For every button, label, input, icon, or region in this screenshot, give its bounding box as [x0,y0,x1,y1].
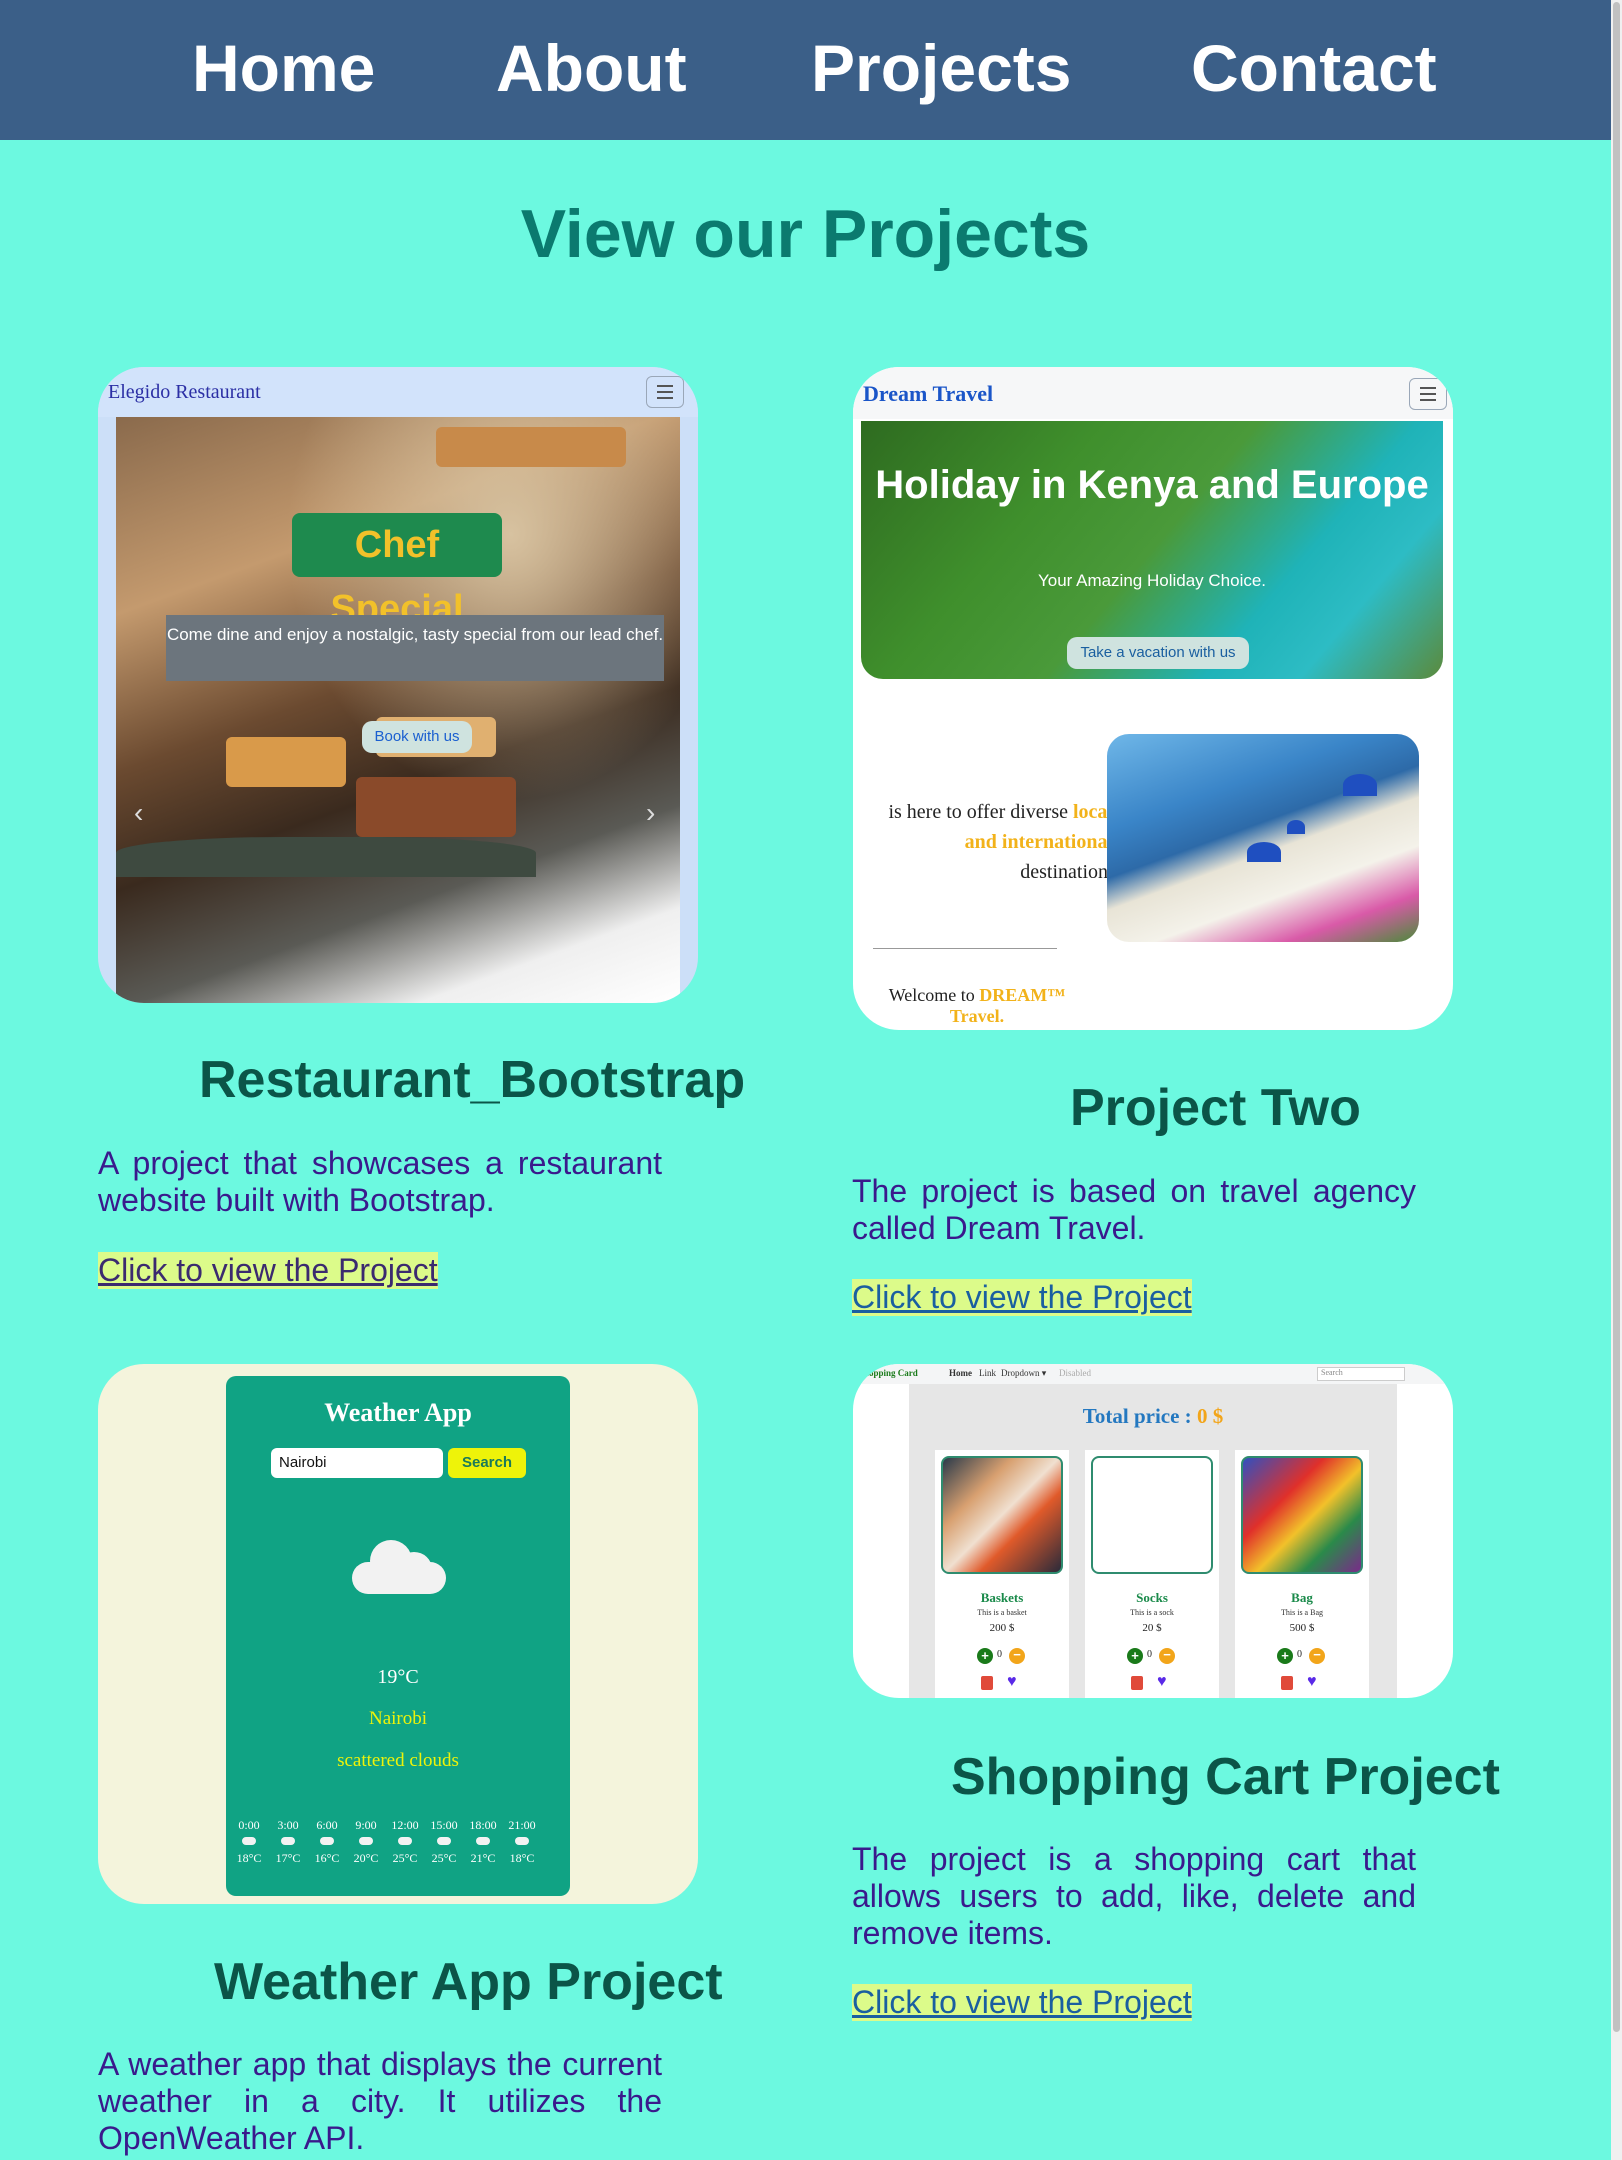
product-quantity: 0 [997,1649,1002,1660]
preview-cart-area: Total price : 0 $ Baskets This is a bask… [909,1384,1397,1698]
chevron-left-icon: ‹ [134,797,144,828]
product-name: Baskets [980,1590,1024,1605]
scrollbar-thumb[interactable] [1613,2,1620,2032]
product-price: 20 $ [1142,1622,1162,1634]
preview-search-input: Search [1317,1367,1405,1381]
nav-home[interactable]: Home [192,30,375,106]
project-description: A weather app that displays the current … [98,2046,662,2156]
preview-navbar: Elegido Restaurant [98,367,698,417]
project-title: Shopping Cart Project [951,1748,1500,1806]
heart-icon: ♥ [1007,1673,1017,1690]
preview-nav-item: Disabled [1059,1368,1091,1378]
preview-heading: Weather App [324,1398,472,1427]
product-quantity: 0 [1147,1649,1152,1660]
product-quantity: 0 [1297,1649,1302,1660]
forecast-slot: 6:00 16°C [314,1818,340,1865]
forecast-slot: 21:00 18°C [508,1818,536,1865]
preview-intro-text: is here to offer diverse local and inter… [888,801,1113,883]
cart-item: Baskets This is a basket 200 $ + 0 − ♥ [935,1450,1069,1698]
preview-hero-title: Holiday in Kenya and Europe [875,463,1429,507]
forecast-slot: 15:00 25°C [430,1818,458,1865]
cart-item: Socks This is a sock 20 $ + 0 − ♥ [1085,1450,1219,1698]
page-title: View our Projects [520,196,1091,272]
preview-city: Nairobi [368,1708,428,1729]
preview-santorini-photo [1107,734,1419,942]
project-description: The project is a shopping cart that allo… [852,1841,1416,1951]
preview-brand: Dream Travel [863,381,994,406]
minus-icon: − [1309,1648,1325,1664]
heart-icon: ♥ [1157,1673,1167,1690]
nav-contact[interactable]: Contact [1191,30,1437,106]
minus-icon: − [1159,1648,1175,1664]
preview-brand: Shopping Card [859,1368,918,1378]
project-link[interactable]: Click to view the Project [98,1252,438,1289]
product-description: This is a sock [1130,1608,1174,1617]
product-description: This is a Bag [1281,1608,1323,1617]
plus-icon: + [1277,1648,1293,1664]
cart-item: Bag This is a Bag 500 $ + 0 − ♥ [1235,1450,1369,1698]
preview-navbar: Shopping Card Home Link Dropdown ▾ Disab… [853,1364,1453,1384]
product-name: Bag [1291,1590,1313,1605]
minus-icon: − [1009,1648,1025,1664]
project-preview-weather: Weather App Nairobi Search 19°C Nairobi … [98,1364,698,1904]
hamburger-icon [646,376,684,408]
top-nav: Home About Projects Contact [0,0,1611,140]
project-description: A project that showcases a restaurant we… [98,1145,662,1218]
forecast-slot: 3:00 17°C [275,1818,301,1865]
product-name: Socks [1136,1590,1168,1605]
preview-search-input: Nairobi [271,1448,443,1478]
preview-book-button: Book with us [362,721,472,753]
product-image [941,1456,1063,1574]
heart-icon: ♥ [1307,1673,1317,1690]
project-description: The project is based on travel agency ca… [852,1173,1416,1246]
preview-total: Total price : 0 $ [1082,1404,1224,1428]
preview-temperature: 19°C [377,1666,419,1688]
forecast-slot: 18:00 21°C [469,1818,497,1865]
weather-panel: Weather App Nairobi Search 19°C Nairobi … [226,1376,570,1896]
preview-hero-image: Chef Special Come dine and enjoy a nosta… [116,417,680,1003]
trash-icon [1281,1676,1293,1690]
forecast-slot: 12:00 25°C [391,1818,419,1865]
forecast-slot: 9:00 20°C [353,1818,379,1865]
vertical-scrollbar[interactable] [1611,0,1622,2160]
trash-icon [1131,1676,1143,1690]
product-price: 500 $ [1289,1622,1315,1634]
plus-icon: + [1127,1648,1143,1664]
chevron-right-icon: › [646,797,656,828]
project-preview-restaurant: Elegido Restaurant Chef Special Come din… [98,367,698,1003]
product-image [1091,1456,1213,1574]
preview-heading: Chef Special [292,513,502,630]
preview-welcome-text: Welcome to DREAM™ Travel. [888,985,1066,1026]
nav-projects[interactable]: Projects [811,30,1071,106]
nav-about[interactable]: About [496,30,687,106]
product-image [1241,1456,1363,1574]
preview-nav-item: Link [979,1368,996,1378]
project-title: Restaurant_Bootstrap [199,1051,746,1109]
preview-hero-subtitle: Your Amazing Holiday Choice. [1037,571,1267,590]
project-title: Project Two [1070,1079,1361,1137]
product-price: 200 $ [989,1622,1015,1634]
preview-hero-image: Holiday in Kenya and Europe Your Amazing… [861,421,1443,679]
forecast-slot: 0:00 18°C [236,1818,262,1865]
preview-hero-button: Take a vacation with us [1067,637,1249,669]
plus-icon: + [977,1648,993,1664]
preview-brand: Elegido Restaurant [108,381,261,403]
project-preview-travel: Dream Travel Holiday in Kenya and Europe… [853,367,1453,1030]
product-description: This is a basket [977,1608,1027,1617]
preview-condition: scattered clouds [337,1750,459,1771]
cloud-icon [352,1534,446,1594]
preview-nav-item: Home [949,1368,972,1378]
hamburger-icon [1409,378,1447,410]
project-link[interactable]: Click to view the Project [852,1984,1192,2021]
trash-icon [981,1676,993,1690]
preview-navbar: Dream Travel [853,367,1453,419]
project-preview-shopping: Shopping Card Home Link Dropdown ▾ Disab… [853,1364,1453,1698]
project-link[interactable]: Click to view the Project [852,1279,1192,1316]
preview-caption: Come dine and enjoy a nostalgic, tasty s… [166,615,664,681]
divider [873,948,1057,949]
project-title: Weather App Project [214,1953,723,2011]
preview-nav-item: Dropdown ▾ [1001,1368,1047,1378]
preview-search-button: Search [448,1448,526,1478]
